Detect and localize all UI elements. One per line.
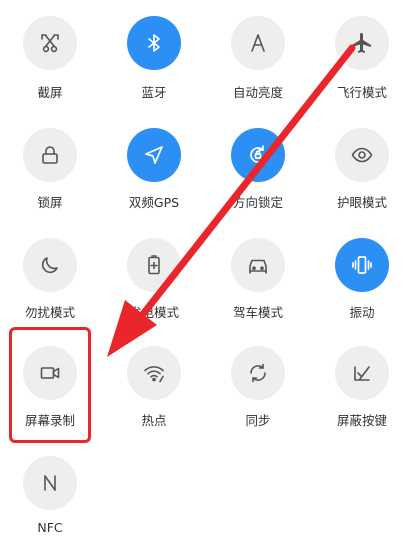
vibrate-phone-icon (352, 256, 372, 274)
orientation-lock-button[interactable] (231, 128, 285, 182)
airplane-mode-button[interactable] (335, 16, 389, 70)
nfc-button[interactable] (23, 456, 77, 510)
tile-label: 飞行模式 (336, 85, 387, 100)
tile-label: 方向锁定 (232, 195, 283, 210)
tile-bluetooth[interactable]: 蓝牙 (104, 16, 204, 116)
tile-label: 截屏 (37, 85, 63, 100)
sync-icon (250, 363, 266, 383)
navigation-arrow-icon (145, 146, 163, 164)
eye-protection-button[interactable] (335, 128, 389, 182)
power-saving-button[interactable] (127, 238, 181, 292)
tile-nfc[interactable]: NFC (0, 456, 100, 556)
tile-label: 省电模式 (128, 305, 179, 320)
hotspot-button[interactable] (127, 346, 181, 400)
tile-power-saving[interactable]: 省电模式 (104, 238, 204, 338)
eye-icon (351, 147, 373, 163)
do-not-disturb-button[interactable] (23, 238, 77, 292)
tile-label: 护眼模式 (336, 195, 387, 210)
tile-dual-gps[interactable]: 双频GPS (104, 128, 204, 228)
car-icon (249, 259, 267, 274)
tile-block-keys[interactable]: 屏蔽按键 (312, 346, 412, 446)
tile-do-not-disturb[interactable]: 勿扰模式 (0, 238, 100, 338)
tile-label: 屏幕录制 (24, 413, 75, 428)
dual-gps-button[interactable] (127, 128, 181, 182)
tile-label: 双频GPS (128, 195, 180, 210)
hotspot-icon (144, 366, 164, 383)
tile-hotspot[interactable]: 热点 (104, 346, 204, 446)
tile-label: 振动 (349, 305, 375, 320)
driving-mode-button[interactable] (231, 238, 285, 292)
tile-screenshot[interactable]: 截屏 (0, 16, 100, 116)
rotation-lock-icon (250, 145, 266, 163)
tile-label: 蓝牙 (141, 85, 167, 100)
tile-sync[interactable]: 同步 (208, 346, 308, 446)
tile-auto-brightness[interactable]: 自动亮度 (208, 16, 308, 116)
block-keys-icon (354, 366, 370, 381)
battery-plus-icon (148, 255, 160, 275)
vibrate-button[interactable] (335, 238, 389, 292)
screenshot-button[interactable] (23, 16, 77, 70)
tile-label: 锁屏 (37, 195, 63, 210)
tile-label: 屏蔽按键 (336, 413, 387, 428)
sync-button[interactable] (231, 346, 285, 400)
tile-label: 勿扰模式 (24, 305, 75, 320)
scissors-screenshot-icon (41, 34, 59, 53)
bluetooth-icon (148, 34, 160, 52)
screen-recording-button[interactable] (23, 346, 77, 400)
letter-a-icon (251, 34, 265, 52)
tile-eye-protection[interactable]: 护眼模式 (312, 128, 412, 228)
tile-driving-mode[interactable]: 驾车模式 (208, 238, 308, 338)
block-keys-button[interactable] (335, 346, 389, 400)
tile-screen-recording[interactable]: 屏幕录制 (0, 346, 100, 446)
auto-brightness-button[interactable] (231, 16, 285, 70)
tile-orientation-lock[interactable]: 方向锁定 (208, 128, 308, 228)
lock-icon (42, 146, 58, 164)
tile-label: 热点 (141, 413, 167, 428)
lock-screen-button[interactable] (23, 128, 77, 182)
tile-label: NFC (37, 520, 63, 535)
tile-label: 驾车模式 (232, 305, 283, 320)
tile-label: 自动亮度 (232, 85, 283, 100)
bluetooth-button[interactable] (127, 16, 181, 70)
tile-vibrate[interactable]: 振动 (312, 238, 412, 338)
tile-lock-screen[interactable]: 锁屏 (0, 128, 100, 228)
tile-airplane-mode[interactable]: 飞行模式 (312, 16, 412, 116)
moon-icon (41, 257, 58, 274)
video-camera-icon (40, 367, 60, 379)
airplane-icon (352, 33, 371, 53)
tile-label: 同步 (245, 413, 271, 428)
nfc-icon (44, 475, 56, 491)
